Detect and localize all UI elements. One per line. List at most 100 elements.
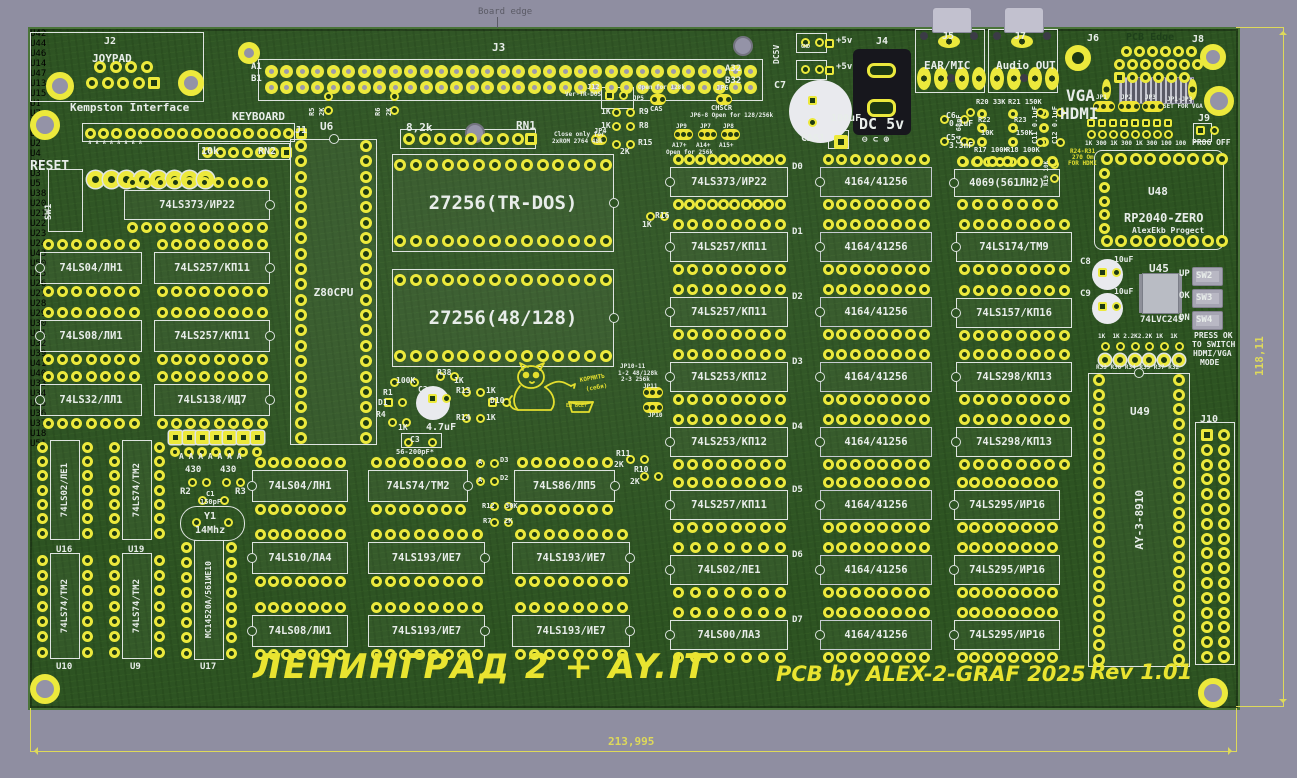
label-r16: R16 xyxy=(655,212,669,220)
label-jp68-note: JP6-8 Open for 128/256k xyxy=(690,113,773,119)
chip-u32-pin xyxy=(919,607,930,618)
chip-u34-pin xyxy=(959,414,970,425)
chip-u30-pin xyxy=(891,477,902,488)
chip-u15-pin xyxy=(171,371,182,382)
label-kemp-arrows: ∧ ∧ ∧ ∧ ∧ ∧ ∧ ∧ xyxy=(88,140,142,146)
chip-u12-pin xyxy=(255,576,266,587)
chip-u12: 74LS10/ЛА4 xyxy=(252,542,348,574)
chip-u36-pin xyxy=(1008,587,1019,598)
label-r22-value: 10K xyxy=(981,130,994,137)
chip-u13-pin xyxy=(86,371,97,382)
chip-u4-pin xyxy=(573,529,584,540)
chip-u17-pin xyxy=(226,587,237,598)
label-r11-value: 2K xyxy=(614,461,624,469)
component-pad xyxy=(612,108,621,117)
j10-header xyxy=(1218,592,1230,604)
chip-u35-pin xyxy=(1047,477,1058,488)
chip-u6-pin xyxy=(295,432,307,444)
chip-u34-pin xyxy=(1030,414,1041,425)
chip-u41-pin xyxy=(959,264,970,275)
chip-u23-pin xyxy=(745,459,756,470)
chip-u16-pin xyxy=(37,513,48,524)
chip-u12-pin xyxy=(268,576,279,587)
chip-u43-pin xyxy=(690,587,701,598)
chip-u40-pin xyxy=(973,330,984,341)
chip-u41-pin xyxy=(973,219,984,230)
jumper-pin xyxy=(699,132,704,137)
chip-u42-notch xyxy=(265,200,275,210)
chip-u10-pin xyxy=(82,601,93,612)
chip-u6-pin xyxy=(295,340,307,352)
chip-u21-pin xyxy=(673,329,684,340)
chip-u5-pin xyxy=(544,602,555,613)
chip-u24-notch xyxy=(665,500,675,510)
chip-u31-pin xyxy=(836,542,847,553)
chip-u27-pin xyxy=(905,284,916,295)
chip-u30-pin xyxy=(850,522,861,533)
chip-u49-pin xyxy=(1173,536,1185,548)
label-r18: R18 100K xyxy=(1006,147,1040,154)
chip-u7-pin xyxy=(427,457,438,468)
chip-u33-pin xyxy=(973,394,984,405)
chip-u32-pin xyxy=(905,607,916,618)
chip-u2-pin xyxy=(443,529,454,540)
chip-u17-pin xyxy=(181,572,192,583)
label-r19: R19 10K xyxy=(1044,161,1050,186)
dimension-height-label: 118,11 xyxy=(1253,336,1266,376)
label-j8: J8 xyxy=(1192,35,1204,45)
chip-u25-notch xyxy=(815,177,825,187)
chip-u40: 74LS157/КП16 xyxy=(956,298,1072,328)
label-d10: D10 xyxy=(490,397,504,405)
j10-header xyxy=(1201,503,1213,515)
label-sw4: SW4 xyxy=(1196,316,1212,325)
chip-u35-pin xyxy=(1021,477,1032,488)
chip-u39-pin xyxy=(987,199,998,210)
chip-u2-pin xyxy=(385,529,396,540)
label-r1-value: 100K xyxy=(396,377,415,385)
chip-u32-pin xyxy=(891,607,902,618)
chip-u18-pin xyxy=(442,235,454,247)
r24-row-a xyxy=(1153,119,1161,127)
component-pad xyxy=(1210,126,1219,135)
chip-u6: Z80CPU xyxy=(290,139,377,445)
j10-header xyxy=(1201,518,1213,530)
label-d3-diode: D3 xyxy=(500,457,508,464)
chip-u10-pin xyxy=(37,570,48,581)
chip-u51-pin xyxy=(505,350,517,362)
chip-u5-label: 74LS193/ИЕ7 xyxy=(536,626,606,637)
chip-u25-pin xyxy=(864,154,875,165)
chip-u41-pin xyxy=(1016,264,1027,275)
component-pad xyxy=(324,92,333,101)
chip-u20-notch xyxy=(665,242,675,252)
chip-u13-notch xyxy=(35,395,45,405)
chip-u2-pin xyxy=(414,529,425,540)
label-jp5: JP5 xyxy=(633,96,644,102)
chip-u36-pin xyxy=(995,587,1006,598)
label-r8: R8 xyxy=(639,122,649,130)
chip-u34-pin xyxy=(1016,459,1027,470)
chip-u49-pin xyxy=(1093,610,1105,622)
chip-u46-label: 74LS257/КП11 xyxy=(174,263,250,274)
chip-u24-pin xyxy=(687,477,698,488)
label-c3-value: 56-200pF* xyxy=(396,449,434,456)
label-r20: R20 33K xyxy=(976,99,1006,106)
chip-u18-pin xyxy=(489,235,501,247)
chip-u16: 74LS02/ЛЕ1 xyxy=(50,440,80,540)
chip-u38-pin xyxy=(775,154,786,165)
chip-u35-pin xyxy=(969,522,980,533)
chip-u42: 74LS373/ИР22 xyxy=(124,190,270,220)
chip-u22-refdes: U22 xyxy=(30,219,1238,229)
label-j3: J3 xyxy=(492,42,505,53)
chip-u27-pin xyxy=(864,284,875,295)
chip-u14-pin xyxy=(57,307,68,318)
extension-line xyxy=(1236,708,1237,752)
ear-mic-pad xyxy=(972,67,986,90)
chip-u44-pin xyxy=(57,239,68,250)
chip-u7-pin xyxy=(413,457,424,468)
chip-u34-pin xyxy=(1059,459,1070,470)
extension-line xyxy=(30,708,31,752)
chip-u6-pin xyxy=(295,171,307,183)
chip-u2-pin xyxy=(472,529,483,540)
component-pad xyxy=(808,118,817,127)
chip-u50-pin xyxy=(690,607,701,618)
